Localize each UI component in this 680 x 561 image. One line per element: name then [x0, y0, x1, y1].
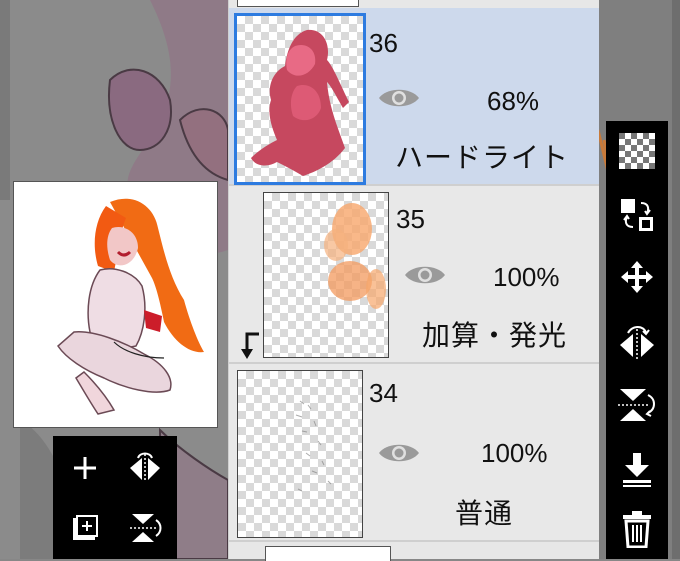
layer-number: 35 — [396, 204, 425, 234]
layer-thumbnail-partial — [237, 0, 359, 7]
flip-vertical-icon — [618, 389, 655, 421]
layer-number: 34 — [369, 378, 398, 408]
delete-layer-button[interactable] — [606, 501, 668, 557]
flip-horizontal-icon — [130, 452, 160, 482]
flip-vertical-layer-button[interactable] — [606, 377, 668, 433]
flip-vertical-button[interactable] — [125, 508, 165, 548]
visibility-eye-icon[interactable] — [403, 261, 447, 289]
layer-row-36[interactable]: 36 68% ハードライト — [229, 8, 599, 186]
move-icon — [621, 261, 653, 293]
layer-panel[interactable]: 36 68% ハードライト 35 100% 加算・発光 34 100% 普通 — [228, 0, 599, 561]
transparency-button[interactable] — [606, 123, 668, 179]
canvas-toolbar — [53, 436, 177, 559]
layer-toolbar — [606, 121, 668, 559]
flip-horizontal-button[interactable] — [125, 448, 165, 488]
layer-blend-mode[interactable]: ハードライト — [395, 136, 569, 176]
visibility-eye-icon[interactable] — [377, 84, 421, 112]
layer-thumbnail-image — [324, 203, 386, 309]
layer-thumbnail[interactable] — [234, 13, 366, 185]
layer-number: 36 — [369, 28, 398, 58]
layer-thumbnail[interactable] — [237, 370, 363, 538]
layer-thumbnail-image — [295, 400, 332, 492]
layer-opacity[interactable]: 68% — [487, 86, 539, 117]
clipping-arrow-icon — [241, 332, 259, 359]
layer-swap-button[interactable] — [606, 187, 668, 243]
layer-thumbnail-image — [251, 29, 349, 177]
layer-row-34[interactable]: 34 100% 普通 — [229, 364, 599, 542]
layer-row-35[interactable]: 35 100% 加算・発光 — [229, 186, 599, 364]
layer-blend-mode[interactable]: 普通 — [455, 492, 513, 532]
flip-horizontal-layer-button[interactable] — [606, 315, 668, 371]
add-layer-box-icon — [73, 515, 98, 540]
add-layer-button[interactable] — [65, 448, 105, 488]
add-layer-box-button[interactable] — [65, 508, 105, 548]
layer-swap-icon — [621, 199, 653, 231]
layer-opacity[interactable]: 100% — [481, 438, 548, 469]
move-button[interactable] — [606, 249, 668, 305]
visibility-eye-icon[interactable] — [377, 439, 421, 467]
layer-blend-mode[interactable]: 加算・発光 — [422, 314, 567, 354]
delete-icon — [623, 511, 651, 548]
transparency-icon — [619, 133, 655, 169]
merge-down-icon — [623, 453, 651, 487]
flip-vertical-icon — [130, 514, 162, 542]
layer-thumbnail[interactable] — [263, 192, 389, 358]
layer-opacity[interactable]: 100% — [493, 262, 560, 293]
canvas-preview[interactable] — [13, 181, 218, 428]
merge-down-button[interactable] — [606, 441, 668, 497]
flip-horizontal-icon — [620, 326, 654, 359]
add-layer-icon — [74, 457, 96, 479]
preview-artwork — [57, 198, 204, 415]
